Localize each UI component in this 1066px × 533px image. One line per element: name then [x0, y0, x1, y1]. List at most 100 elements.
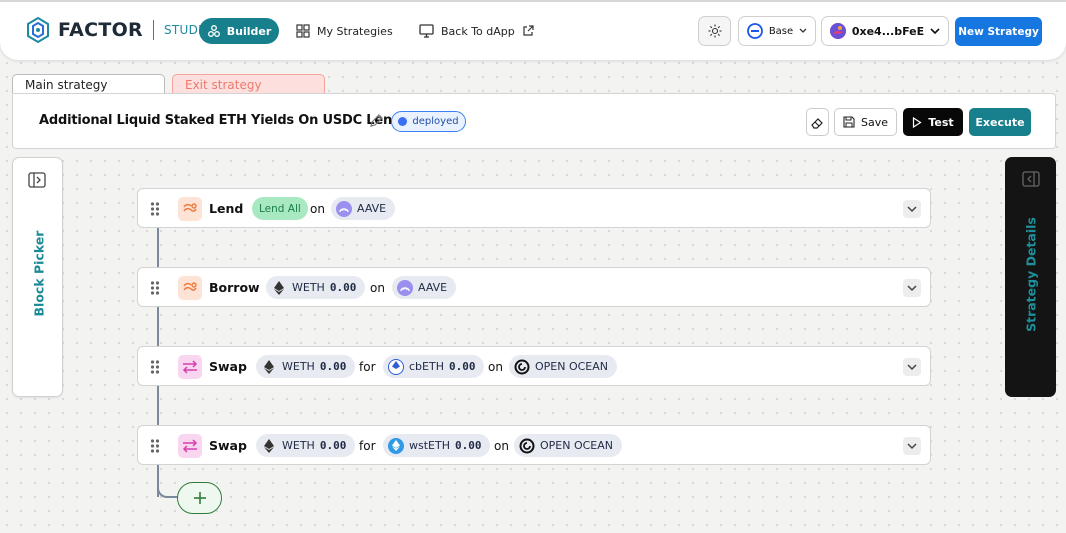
protocol-pill[interactable]: OPEN OCEAN: [514, 434, 623, 457]
status-badge: deployed: [391, 111, 466, 132]
chevron-down-icon: [930, 27, 940, 34]
floppy-icon: [843, 116, 855, 128]
network-selector[interactable]: Base: [738, 16, 816, 46]
protocol-pill[interactable]: AAVE: [331, 197, 396, 220]
token-amount: 0.00: [454, 439, 482, 452]
navbar: FACTOR STUDIO Builder My Strategies Back…: [0, 2, 1066, 60]
token-label: WETH: [282, 360, 315, 373]
my-strategies-link[interactable]: My Strategies: [296, 24, 393, 38]
logo-divider: [153, 20, 154, 40]
strategy-title: Additional Liquid Staked ETH Yields On U…: [39, 113, 402, 128]
status-dot: [398, 117, 408, 126]
brand-logo[interactable]: FACTOR STUDIO: [26, 17, 212, 43]
protocol-label: OPEN OCEAN: [540, 439, 614, 452]
external-link-icon: [523, 25, 534, 36]
save-button[interactable]: Save: [834, 108, 897, 136]
block-name: Borrow: [209, 280, 260, 295]
execute-button[interactable]: Execute: [969, 108, 1031, 136]
chevron-down-icon: [799, 28, 807, 33]
wallet-button[interactable]: 0xe4...bFeE: [821, 16, 949, 46]
token-amount-pill[interactable]: WETH 0.00: [256, 434, 356, 457]
block-swap[interactable]: Swap WETH 0.00 for cbETH 0.00 on OPEN OC…: [137, 346, 931, 386]
protocol-pill[interactable]: OPEN OCEAN: [509, 355, 618, 378]
protocol-label: AAVE: [418, 281, 448, 294]
expand-block-button[interactable]: [903, 437, 921, 455]
on-word: on: [370, 281, 385, 295]
builder-button[interactable]: Builder: [199, 18, 279, 44]
eth-icon: [271, 280, 287, 296]
token-label: wstETH: [409, 439, 450, 452]
protocol-label: OPEN OCEAN: [535, 360, 609, 373]
collapse-panel-button[interactable]: [1022, 171, 1040, 191]
wallet-address: 0xe4...bFeE: [851, 24, 925, 38]
plus-icon: [193, 492, 206, 504]
chevron-down-icon: [907, 205, 917, 212]
status-label: deployed: [412, 116, 459, 127]
edit-title-button[interactable]: [369, 113, 384, 132]
wsteth-icon: [388, 437, 404, 454]
chevron-down-icon: [907, 284, 917, 291]
pencil-icon: [370, 114, 383, 127]
block-lend[interactable]: Lend Lend All on AAVE: [137, 188, 931, 228]
token-label: cbETH: [409, 360, 444, 373]
monitor-icon: [419, 24, 434, 38]
builder-icon: [207, 25, 220, 37]
expand-panel-button[interactable]: [28, 172, 46, 192]
block-picker-label: Block Picker: [31, 230, 47, 317]
token-amount: 0.00: [319, 439, 347, 452]
drag-handle-icon[interactable]: [150, 280, 160, 296]
lend-all-tag[interactable]: Lend All: [252, 197, 308, 220]
on-word: on: [310, 202, 325, 216]
back-to-dapp-link[interactable]: Back To dApp: [419, 24, 534, 38]
token-amount-pill[interactable]: WETH 0.00: [266, 276, 366, 299]
block-picker-panel[interactable]: Block Picker: [12, 157, 63, 397]
add-block-button[interactable]: [177, 482, 222, 514]
sidebar-expand-icon: [28, 172, 46, 188]
strategy-details-label: Strategy Details: [1023, 217, 1039, 332]
block-borrow[interactable]: Borrow WETH 0.00 on AAVE: [137, 267, 931, 307]
token-amount-pill[interactable]: WETH 0.00: [256, 355, 356, 378]
token-label: WETH: [292, 281, 325, 294]
openocean-icon: [514, 359, 530, 375]
aave-icon: [397, 279, 413, 296]
on-word: on: [494, 439, 509, 453]
flow-connector-curve: [157, 470, 179, 498]
factor-logo-icon: [27, 17, 49, 43]
aave-icon: [336, 200, 352, 217]
strategy-details-panel[interactable]: Strategy Details: [1005, 157, 1056, 397]
drag-handle-icon[interactable]: [150, 438, 160, 454]
token-amount-pill[interactable]: wstETH 0.00: [383, 434, 491, 457]
drag-handle-icon[interactable]: [150, 201, 160, 217]
strategy-header: Additional Liquid Staked ETH Yields On U…: [12, 93, 1056, 149]
expand-block-button[interactable]: [903, 358, 921, 376]
for-word: for: [359, 360, 376, 374]
for-word: for: [359, 439, 376, 453]
wallet-avatar-icon: [829, 23, 846, 39]
block-swap[interactable]: Swap WETH 0.00 for wstETH 0.00 on OPEN O…: [137, 425, 931, 465]
eth-icon: [261, 438, 277, 454]
theme-toggle-button[interactable]: [698, 16, 731, 46]
new-strategy-button[interactable]: New Strategy: [955, 17, 1042, 46]
save-label: Save: [860, 115, 888, 129]
expand-block-button[interactable]: [903, 279, 921, 297]
protocol-pill[interactable]: AAVE: [392, 276, 457, 299]
sun-icon: [708, 24, 721, 38]
expand-block-button[interactable]: [903, 200, 921, 218]
back-to-dapp-label: Back To dApp: [441, 24, 515, 38]
clear-button[interactable]: [806, 108, 829, 136]
lend-icon: [178, 197, 202, 221]
on-word: on: [488, 360, 503, 374]
chevron-down-icon: [907, 442, 917, 449]
test-button[interactable]: Test: [903, 108, 963, 136]
token-amount-pill[interactable]: cbETH 0.00: [383, 355, 485, 378]
sidebar-collapse-icon: [1022, 171, 1040, 187]
test-label: Test: [928, 115, 954, 129]
network-label: Base: [768, 25, 794, 37]
drag-handle-icon[interactable]: [150, 359, 160, 375]
token-amount: 0.00: [319, 360, 347, 373]
chevron-down-icon: [907, 363, 917, 370]
block-name: Swap: [209, 438, 247, 453]
eraser-icon: [811, 117, 823, 129]
borrow-icon: [178, 276, 202, 300]
openocean-icon: [519, 438, 535, 454]
